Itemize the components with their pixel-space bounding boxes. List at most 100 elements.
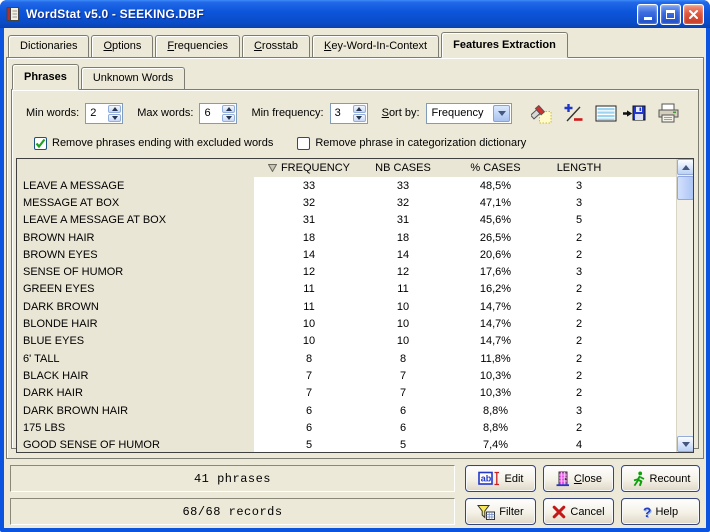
min-words-value[interactable]: 2 <box>86 104 107 123</box>
phrases-page: Min words: 2 Max words: 6 <box>11 89 699 449</box>
tab-crosstab[interactable]: Crosstab <box>242 35 310 57</box>
record-count-status: 68/68 records <box>10 498 455 525</box>
phrase-cell: LEAVE A MESSAGE <box>17 177 254 194</box>
table-row[interactable]: BROWN HAIR 18 18 26,5% 2 <box>17 229 676 246</box>
tab-frequencies[interactable]: Frequencies <box>155 35 240 57</box>
phrase-cell: DARK BROWN HAIR <box>17 402 254 419</box>
table-row[interactable]: DARK HAIR 7 7 10,3% 2 <box>17 385 676 402</box>
frequency-cell: 5 <box>254 439 364 451</box>
table-row[interactable]: LEAVE A MESSAGE AT BOX 31 31 45,6% 5 <box>17 212 676 229</box>
min-frequency-stepper[interactable]: 3 <box>330 103 368 124</box>
edit-button[interactable]: ab Edit <box>465 465 536 492</box>
max-words-stepper[interactable]: 6 <box>199 103 237 124</box>
phrase-cell: GOOD SENSE OF HUMOR <box>17 436 254 453</box>
table-row[interactable]: LEAVE A MESSAGE 33 33 48,5% 3 <box>17 177 676 194</box>
checkbox-0[interactable]: Remove phrases ending with excluded word… <box>34 137 273 150</box>
checkbox-1[interactable]: Remove phrase in categorization dictiona… <box>297 137 526 150</box>
close-window-button[interactable] <box>683 4 704 25</box>
column-header-length[interactable]: LENGTH <box>549 162 609 174</box>
table-row[interactable]: SENSE OF HUMOR 12 12 17,6% 3 <box>17 263 676 280</box>
features-extraction-page: Phrases Unknown Words Min words: 2 Max w… <box>6 57 704 459</box>
scrollbar-thumb[interactable] <box>677 176 694 200</box>
maximize-button[interactable] <box>660 4 681 25</box>
chevron-down-icon[interactable] <box>493 105 510 122</box>
pct-cases-cell: 20,6% <box>442 249 549 261</box>
client-area: Dictionaries Options Frequencies Crossta… <box>4 28 706 528</box>
tab-phrases[interactable]: Phrases <box>12 64 79 90</box>
frequency-cell: 11 <box>254 283 364 295</box>
pct-cases-cell: 14,7% <box>442 318 549 330</box>
search-flashlight-icon[interactable] <box>530 102 553 124</box>
table-row[interactable]: 6' TALL 8 8 11,8% 2 <box>17 350 676 367</box>
nb-cases-cell: 10 <box>364 335 442 347</box>
grid-list-icon[interactable] <box>594 102 617 124</box>
table-row[interactable]: GOOD SENSE OF HUMOR 5 5 7,4% 4 <box>17 436 676 453</box>
table-row[interactable]: MESSAGE AT BOX 32 32 47,1% 3 <box>17 194 676 211</box>
length-cell: 3 <box>549 266 609 278</box>
frequency-cell: 32 <box>254 197 364 209</box>
table-row[interactable]: BROWN EYES 14 14 20,6% 2 <box>17 246 676 263</box>
tab-key-word-in-context[interactable]: Key-Word-In-Context <box>312 35 439 57</box>
scroll-down-button[interactable] <box>677 436 694 452</box>
phrase-cell: BLACK HAIR <box>17 367 254 384</box>
close-button[interactable]: Close <box>543 465 614 492</box>
column-header-pct-cases[interactable]: % CASES <box>442 162 549 174</box>
spin-up-icon[interactable] <box>222 105 235 113</box>
titlebar: WordStat v5.0 - SEEKING.DBF <box>0 0 710 28</box>
phrase-cell: DARK BROWN <box>17 298 254 315</box>
pct-cases-cell: 11,8% <box>442 353 549 365</box>
add-remove-icon[interactable] <box>562 102 585 124</box>
sort-by-label: Sort by: <box>382 107 420 119</box>
table-row[interactable]: 175 LBS 6 6 8,8% 2 <box>17 419 676 436</box>
pct-cases-cell: 14,7% <box>442 301 549 313</box>
column-header-frequency[interactable]: FREQUENCY <box>254 162 364 174</box>
scroll-up-button[interactable] <box>677 159 694 175</box>
frequency-cell: 18 <box>254 232 364 244</box>
nb-cases-cell: 10 <box>364 318 442 330</box>
nb-cases-cell: 7 <box>364 387 442 399</box>
phrase-cell: SENSE OF HUMOR <box>17 263 254 280</box>
help-button[interactable]: ? Help <box>621 498 700 525</box>
tab-dictionaries[interactable]: Dictionaries <box>8 35 89 57</box>
length-cell: 2 <box>549 422 609 434</box>
sort-by-dropdown[interactable]: Frequency <box>426 103 512 124</box>
table-row[interactable]: GREEN EYES 11 11 16,2% 2 <box>17 281 676 298</box>
table-header-row: FREQUENCY NB CASES % CASES LENGTH <box>17 159 676 177</box>
spin-down-icon[interactable] <box>353 114 366 122</box>
filter-button[interactable]: Filter <box>465 498 536 525</box>
table-row[interactable]: BLACK HAIR 7 7 10,3% 2 <box>17 367 676 384</box>
tab-features-extraction[interactable]: Features Extraction <box>441 32 568 58</box>
spin-down-icon[interactable] <box>108 114 121 122</box>
nb-cases-cell: 32 <box>364 197 442 209</box>
vertical-scrollbar[interactable] <box>676 159 693 452</box>
tab-unknown-words[interactable]: Unknown Words <box>81 67 186 89</box>
table-row[interactable]: BLONDE HAIR 10 10 14,7% 2 <box>17 315 676 332</box>
table-row[interactable]: BLUE EYES 10 10 14,7% 2 <box>17 333 676 350</box>
max-words-label: Max words: <box>137 107 193 119</box>
cancel-button[interactable]: Cancel <box>543 498 614 525</box>
min-words-stepper[interactable]: 2 <box>85 103 123 124</box>
running-man-icon <box>631 471 646 487</box>
checkbox-unchecked-icon <box>297 137 310 150</box>
chevron-up-icon <box>682 165 690 170</box>
minimize-button[interactable] <box>637 4 658 25</box>
table-row[interactable]: DARK BROWN HAIR 6 6 8,8% 3 <box>17 402 676 419</box>
save-export-icon[interactable] <box>623 102 646 124</box>
length-cell: 2 <box>549 283 609 295</box>
spin-up-icon[interactable] <box>353 105 366 113</box>
print-icon[interactable] <box>657 102 680 124</box>
length-cell: 2 <box>549 249 609 261</box>
tab-options[interactable]: Options <box>91 35 153 57</box>
red-x-icon <box>552 505 566 519</box>
spin-up-icon[interactable] <box>108 105 121 113</box>
frequency-cell: 14 <box>254 249 364 261</box>
options-row: Remove phrases ending with excluded word… <box>34 135 688 151</box>
recount-button[interactable]: Recount <box>621 465 700 492</box>
pct-cases-cell: 8,8% <box>442 422 549 434</box>
table-row[interactable]: DARK BROWN 11 10 14,7% 2 <box>17 298 676 315</box>
min-frequency-value[interactable]: 3 <box>331 104 352 123</box>
length-cell: 2 <box>549 335 609 347</box>
spin-down-icon[interactable] <box>222 114 235 122</box>
column-header-nb-cases[interactable]: NB CASES <box>364 162 442 174</box>
max-words-value[interactable]: 6 <box>200 104 221 123</box>
